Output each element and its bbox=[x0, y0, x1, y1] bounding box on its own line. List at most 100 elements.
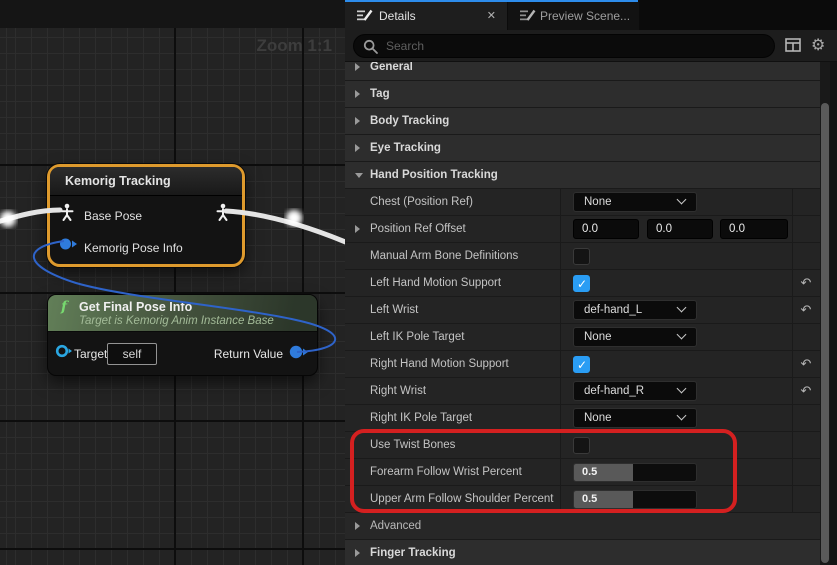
column-divider bbox=[560, 297, 561, 323]
column-divider bbox=[560, 432, 561, 458]
forearm-follow-wrist-percent-slider[interactable]: 0.5 bbox=[573, 463, 697, 482]
search-input[interactable] bbox=[384, 36, 764, 56]
scrollbar-track[interactable] bbox=[820, 62, 830, 565]
blue-data-pin-icon bbox=[59, 237, 78, 251]
manual-arm-bone-definitions-checkbox[interactable] bbox=[573, 248, 590, 265]
column-divider bbox=[560, 459, 561, 485]
column-divider bbox=[560, 270, 561, 296]
column-divider bbox=[560, 405, 561, 431]
dropdown-value: def-hand_L bbox=[584, 301, 642, 319]
chest-position-ref-dropdown[interactable]: None bbox=[573, 192, 697, 212]
chevron-right-icon bbox=[355, 90, 360, 98]
category-tag[interactable]: Tag bbox=[345, 81, 820, 108]
slider-value: 0.5 bbox=[582, 491, 597, 508]
tab-bar: Details ✕ Preview Scene... bbox=[345, 0, 837, 30]
get-final-pose-info-node[interactable]: f Get Final Pose Info Target is Kemorig … bbox=[48, 295, 317, 375]
upper-arm-follow-shoulder-percent-slider[interactable]: 0.5 bbox=[573, 490, 697, 509]
chevron-right-icon[interactable] bbox=[355, 225, 360, 233]
slider-value: 0.5 bbox=[582, 464, 597, 481]
left-wrist-dropdown[interactable]: def-hand_L bbox=[573, 300, 697, 320]
category-general[interactable]: General bbox=[345, 62, 820, 81]
category-advanced[interactable]: Advanced bbox=[345, 513, 820, 540]
chevron-down-icon bbox=[677, 195, 687, 205]
property-left-ik-pole-target: Left IK Pole TargetNone bbox=[345, 324, 820, 351]
right-ik-pole-target-dropdown[interactable]: None bbox=[573, 408, 697, 428]
property-left-hand-motion-support: Left Hand Motion Support↶ bbox=[345, 270, 820, 297]
gear-icon[interactable]: ⚙ bbox=[811, 38, 831, 54]
close-tab-icon[interactable]: ✕ bbox=[487, 9, 496, 22]
blueprint-graph-canvas[interactable]: Zoom 1:1 Kemorig Tracking Base Pose bbox=[0, 0, 345, 565]
dropdown-value: def-hand_R bbox=[584, 382, 644, 400]
pose-output-pin[interactable] bbox=[215, 203, 231, 227]
column-divider bbox=[792, 432, 793, 458]
reset-to-default-button[interactable]: ↶ bbox=[792, 270, 820, 296]
category-label: General bbox=[370, 62, 413, 80]
column-divider bbox=[792, 189, 793, 215]
chevron-down-icon bbox=[355, 173, 363, 178]
property-label: Manual Arm Bone Definitions bbox=[370, 243, 518, 269]
chevron-right-icon bbox=[355, 522, 360, 530]
search-icon bbox=[363, 39, 379, 55]
property-upper-arm-follow-shoulder-percent: Upper Arm Follow Shoulder Percent0.5 bbox=[345, 486, 820, 513]
target-self-field[interactable]: self bbox=[107, 343, 157, 365]
person-pose-icon bbox=[59, 203, 75, 222]
return-value-output-pin[interactable] bbox=[289, 345, 309, 364]
dropdown-value: None bbox=[584, 409, 612, 427]
category-label: Body Tracking bbox=[370, 108, 449, 134]
category-eye-tracking[interactable]: Eye Tracking bbox=[345, 135, 820, 162]
column-view-icon[interactable] bbox=[785, 38, 801, 52]
reset-to-default-button[interactable]: ↶ bbox=[792, 378, 820, 404]
wire-flow-glow bbox=[0, 211, 16, 227]
column-divider bbox=[560, 486, 561, 512]
target-input-pin[interactable] bbox=[55, 344, 73, 363]
tab-label: Details bbox=[379, 9, 416, 23]
kemorig-tracking-node[interactable]: Kemorig Tracking Base Pose bbox=[47, 164, 245, 267]
column-divider bbox=[560, 243, 561, 269]
search-row: ⚙ bbox=[345, 30, 837, 62]
reset-to-default-button[interactable]: ↶ bbox=[792, 297, 820, 323]
position-ref-offset-field-0[interactable]: 0.0 bbox=[573, 219, 639, 239]
tab-details[interactable]: Details ✕ bbox=[345, 2, 507, 30]
details-panel: Details ✕ Preview Scene... bbox=[345, 0, 837, 565]
property-label: Right Wrist bbox=[370, 378, 426, 404]
use-twist-bones-checkbox[interactable] bbox=[573, 437, 590, 454]
search-box[interactable] bbox=[353, 34, 775, 58]
right-wrist-dropdown[interactable]: def-hand_R bbox=[573, 381, 697, 401]
category-finger-tracking[interactable]: Finger Tracking bbox=[345, 540, 820, 565]
position-ref-offset-field-2[interactable]: 0.0 bbox=[720, 219, 788, 239]
base-pose-input-pin[interactable] bbox=[59, 203, 75, 227]
unreal-editor-screen: Zoom 1:1 Kemorig Tracking Base Pose bbox=[0, 0, 837, 565]
category-hand-position-tracking[interactable]: Hand Position Tracking bbox=[345, 162, 820, 189]
chevron-down-icon bbox=[677, 411, 687, 421]
reset-to-default-button[interactable]: ↶ bbox=[792, 351, 820, 377]
scrollbar-thumb[interactable] bbox=[821, 103, 829, 563]
category-label: Finger Tracking bbox=[370, 540, 456, 565]
position-ref-offset-field-1[interactable]: 0.0 bbox=[647, 219, 713, 239]
chevron-right-icon bbox=[355, 144, 360, 152]
property-use-twist-bones: Use Twist Bones bbox=[345, 432, 820, 459]
category-label: Tag bbox=[370, 81, 390, 107]
node-title: Get Final Pose Info bbox=[79, 300, 192, 314]
node-header[interactable]: Kemorig Tracking bbox=[50, 167, 242, 196]
chevron-down-icon bbox=[677, 330, 687, 340]
column-divider bbox=[560, 324, 561, 350]
column-divider bbox=[792, 324, 793, 350]
property-chest-position-ref: Chest (Position Ref) None bbox=[345, 189, 820, 216]
property-label: Chest (Position Ref) bbox=[370, 189, 473, 215]
chevron-right-icon bbox=[355, 63, 360, 71]
property-label: Forearm Follow Wrist Percent bbox=[370, 459, 522, 485]
blue-data-pin-icon bbox=[289, 345, 309, 359]
right-hand-motion-support-checkbox[interactable] bbox=[573, 356, 590, 373]
kemorig-pose-info-input-pin[interactable] bbox=[59, 237, 78, 256]
left-ik-pole-target-dropdown[interactable]: None bbox=[573, 327, 697, 347]
property-left-wrist: Left Wristdef-hand_L↶ bbox=[345, 297, 820, 324]
left-hand-motion-support-checkbox[interactable] bbox=[573, 275, 590, 292]
property-list: GeneralTagBody TrackingEye TrackingHand … bbox=[345, 62, 837, 565]
category-body-tracking[interactable]: Body Tracking bbox=[345, 108, 820, 135]
node-title: Kemorig Tracking bbox=[65, 174, 171, 188]
property-label: Position Ref Offset bbox=[370, 216, 466, 242]
tab-preview-scene[interactable]: Preview Scene... bbox=[508, 2, 639, 30]
column-divider bbox=[792, 216, 793, 242]
node-header[interactable]: f Get Final Pose Info Target is Kemorig … bbox=[48, 295, 317, 332]
dropdown-value: None bbox=[584, 328, 612, 346]
